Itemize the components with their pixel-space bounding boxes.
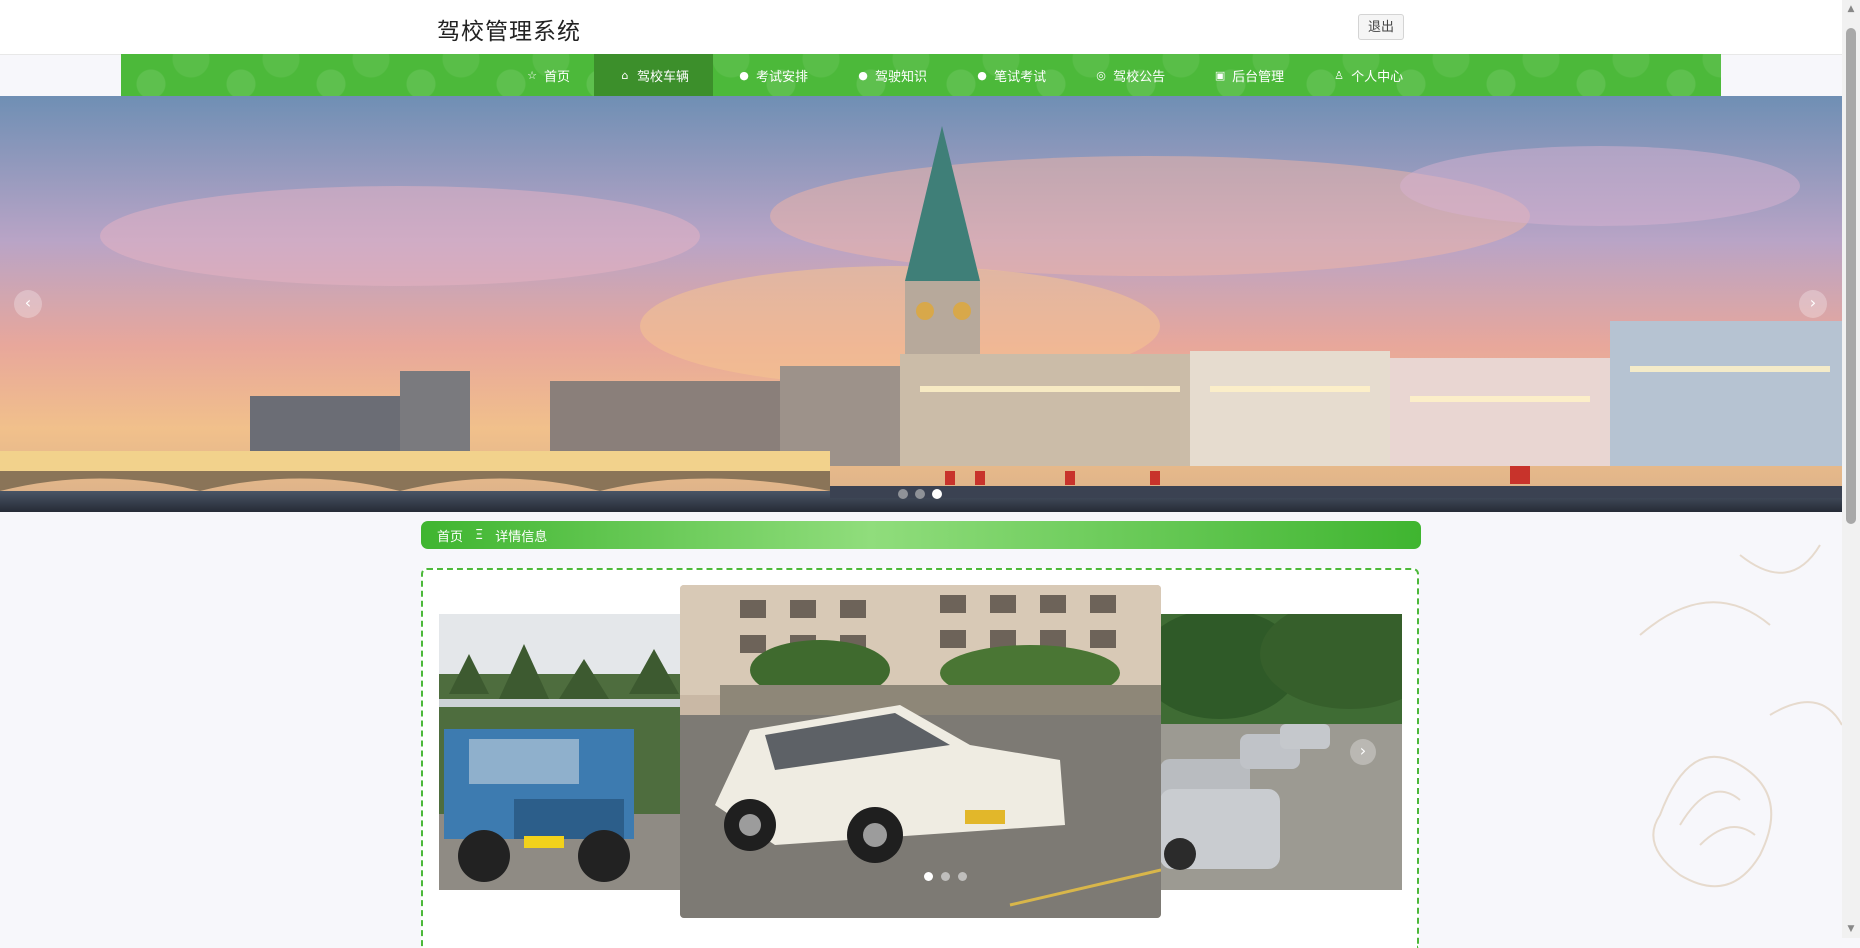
nav-item-vehicles[interactable]: ⌂ 驾校车辆 [594, 54, 714, 96]
truck-image [439, 614, 689, 890]
nav-item-profile[interactable]: ♙ 个人中心 [1308, 54, 1427, 96]
breadcrumb-home[interactable]: 首页 [437, 526, 463, 545]
carousel-dot-3[interactable] [958, 872, 967, 881]
carousel-next-button[interactable]: › [1350, 739, 1376, 765]
nav-item-admin[interactable]: ▣ 后台管理 [1189, 54, 1308, 96]
briefcase-icon: ▣ [1214, 68, 1226, 82]
carousel-dot-2[interactable] [941, 872, 950, 881]
nav-item-label: 考试安排 [756, 69, 809, 85]
help-icon: ● [858, 68, 868, 82]
nav-item-written-exam[interactable]: ● 笔试考试 [951, 54, 1070, 96]
user-icon: ♙ [1334, 68, 1345, 82]
scroll-up-icon[interactable]: ▲ [1842, 0, 1860, 18]
carousel-slide-center[interactable] [680, 585, 1161, 918]
carousel-dot-1[interactable] [924, 872, 933, 881]
banner-dot-2[interactable] [915, 489, 925, 499]
banner-indicators [898, 489, 942, 499]
bag-icon: ⌂ [621, 68, 629, 82]
training-car-image [680, 585, 1161, 918]
top-header: 驾校管理系统 退出 [0, 0, 1842, 55]
carousel-slide-right[interactable]: › [1160, 614, 1402, 890]
nav-item-label: 驾驶知识 [875, 69, 928, 85]
scroll-thumb[interactable] [1846, 28, 1856, 524]
site-title: 驾校管理系统 [437, 19, 581, 45]
banner-dot-3[interactable] [932, 489, 942, 499]
nav-item-announcements[interactable]: ◎ 驾校公告 [1070, 54, 1189, 96]
breadcrumb: 首页 Ξ 详情信息 [421, 521, 1421, 549]
banner-carousel [0, 96, 1842, 512]
nav-item-label: 后台管理 [1232, 69, 1285, 85]
info-icon: ● [977, 68, 987, 82]
nav-list: ☆ 首页 ⌂ 驾校车辆 ● 考试安排 ● 驾驶知识 ● 笔试考试 ◎ 驾校公告 ▣ 后台管理 … [501, 54, 1427, 96]
nav-item-label: 驾校公告 [1113, 69, 1166, 85]
banner-next-button[interactable]: › [1799, 290, 1827, 318]
main-navbar: ☆ 首页 ⌂ 驾校车辆 ● 考试安排 ● 驾驶知识 ● 笔试考试 ◎ 驾校公告 ▣ 后台管理 … [121, 54, 1721, 96]
banner-prev-button[interactable]: ‹ [14, 290, 42, 318]
info-icon: ● [739, 68, 749, 82]
nav-item-home[interactable]: ☆ 首页 [501, 54, 594, 96]
nav-item-label: 笔试考试 [994, 69, 1047, 85]
vertical-scrollbar[interactable]: ▲ ▼ [1842, 0, 1860, 938]
nav-item-label: 个人中心 [1351, 69, 1404, 85]
nav-item-exam-schedule[interactable]: ● 考试安排 [713, 54, 832, 96]
banner-image [0, 96, 1842, 512]
star-icon: ☆ [527, 68, 537, 82]
banner-dot-1[interactable] [898, 489, 908, 499]
scroll-down-icon[interactable]: ▼ [1842, 920, 1860, 938]
floral-decoration [1639, 544, 1842, 888]
globe-icon: ◎ [1096, 68, 1106, 82]
breadcrumb-separator-icon: Ξ [475, 527, 484, 543]
breadcrumb-current: 详情信息 [495, 529, 548, 545]
logout-button[interactable]: 退出 [1358, 14, 1404, 40]
carousel-slide-left[interactable] [439, 614, 689, 890]
nav-item-label: 首页 [544, 69, 571, 85]
carousel-indicators [924, 872, 967, 881]
nav-item-label: 驾校车辆 [637, 69, 690, 85]
nav-item-driving-knowledge[interactable]: ● 驾驶知识 [832, 54, 951, 96]
